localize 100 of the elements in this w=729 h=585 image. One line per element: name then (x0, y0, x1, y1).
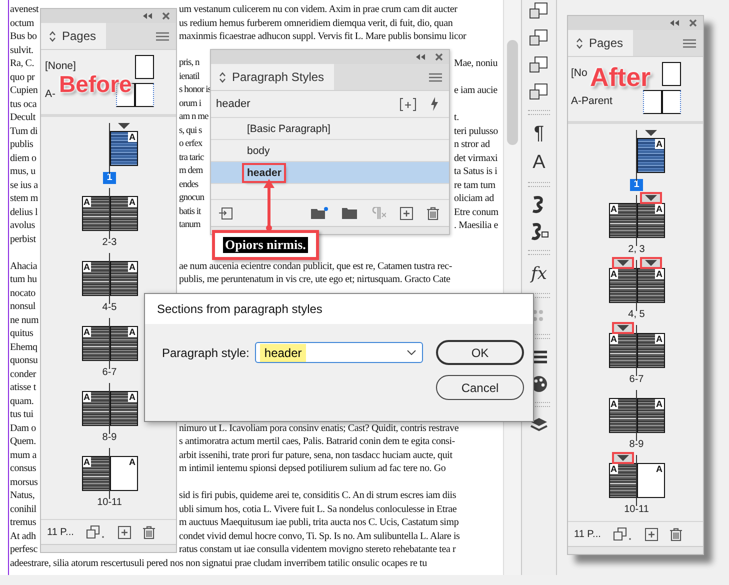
page-thumbnail[interactable]: A (636, 333, 664, 368)
style-name: header (244, 164, 284, 180)
page-thumbnail[interactable]: A (636, 203, 664, 238)
resize-grip[interactable] (41, 544, 176, 552)
frames-icon[interactable] (529, 83, 549, 101)
scroll-thumb[interactable] (507, 40, 518, 145)
effects-icon[interactable]: fx (531, 264, 547, 284)
sort-icon (219, 72, 226, 82)
document-text: s, qui s (178, 124, 203, 138)
character-icon[interactable]: A (532, 153, 546, 173)
parent-name[interactable]: A-Parent (571, 90, 612, 107)
parent-name[interactable]: A- (45, 83, 56, 100)
document-text: teri pulusso (453, 124, 499, 138)
script-icon[interactable] (529, 223, 549, 241)
trash-icon[interactable] (427, 206, 439, 220)
page-thumbnail[interactable]: A (110, 131, 138, 166)
document-text: gnocun (178, 192, 206, 205)
pages-tab[interactable]: Pages (41, 23, 106, 49)
page-thumbnail[interactable]: A (636, 463, 664, 498)
page-thumbnail[interactable]: A (110, 196, 138, 231)
layers-icon[interactable] (529, 416, 549, 434)
page-thumbnail[interactable]: A (608, 463, 636, 498)
dialog-button[interactable]: Cancel (436, 375, 524, 400)
load-styles-icon[interactable] (219, 206, 233, 220)
page-number-label[interactable]: 8-9 (100, 432, 119, 444)
parent-name[interactable]: [None] (45, 55, 76, 72)
parent-letter: A (128, 392, 136, 402)
page-number-label[interactable]: 2-3 (100, 237, 119, 249)
collapse-icon[interactable] (416, 54, 425, 60)
dialog-button[interactable]: OK (436, 340, 524, 365)
page-thumbnail[interactable]: A (110, 456, 138, 491)
document-text: publis, me peruntenatum in vis cre, ute ego et; nirtusquam. Gracto Cate (178, 273, 452, 286)
page-number-label[interactable]: 10-11 (95, 497, 124, 509)
parent-letter: A (82, 262, 91, 272)
new-page-icon[interactable] (400, 206, 413, 220)
frames-icon[interactable] (529, 29, 549, 47)
document-text: orum i (178, 98, 202, 110)
page-thumbnail[interactable]: A (608, 398, 636, 433)
page-number-label[interactable]: 8-9 (627, 439, 646, 451)
style-list-item[interactable]: header (211, 162, 449, 184)
new-style-icon[interactable] (400, 98, 416, 110)
lightning-icon[interactable] (430, 97, 439, 111)
collapse-icon[interactable] (143, 13, 152, 19)
document-text: det virmaxi (453, 152, 499, 165)
style-dropdown[interactable]: header (255, 342, 424, 363)
page-thumbnail[interactable]: A (636, 268, 664, 303)
page-thumbnail[interactable]: A (110, 261, 138, 296)
folder-icon[interactable] (311, 207, 328, 219)
pages-icon[interactable] (612, 527, 633, 541)
menu-icon[interactable] (156, 32, 169, 40)
pages-tab[interactable]: Pages (568, 30, 634, 56)
new-page-icon[interactable] (644, 528, 658, 540)
page-thumbnail[interactable]: A (608, 203, 636, 238)
pages-icon[interactable] (86, 525, 106, 539)
menu-icon[interactable] (429, 72, 442, 82)
page-thumbnail[interactable]: A (608, 333, 636, 368)
parent-thumbnail[interactable] (643, 90, 681, 114)
folder-icon[interactable] (342, 207, 357, 219)
document-text: batis it (178, 206, 202, 218)
trash-icon[interactable] (142, 526, 155, 538)
page-thumbnail[interactable]: A (82, 326, 110, 361)
document-text: tanum (178, 219, 202, 232)
close-icon[interactable] (162, 12, 170, 20)
page-number-label[interactable]: 6-7 (627, 374, 646, 386)
parent-letter: A (128, 457, 136, 467)
resize-grip[interactable] (568, 546, 703, 554)
paragraph-icon[interactable]: ¶ (534, 124, 544, 144)
document-text: ratus constam ut iae consulla videntem movigno stereto rehebatante tea r (178, 543, 457, 556)
document-text: nimuro ut L. Icavoliam pora consinv enatis; Cast? Quidit, contris restrave (178, 422, 460, 435)
style-list-item[interactable]: [Basic Paragraph] (211, 118, 449, 140)
page-number-label[interactable]: 6-7 (100, 367, 119, 379)
collapse-icon[interactable] (670, 20, 679, 26)
parent-name[interactable]: [No (571, 62, 588, 79)
page-number-label[interactable]: 4-5 (100, 302, 119, 314)
document-text: am n me (178, 111, 210, 124)
page-number-label[interactable]: 2, 3 (626, 244, 647, 256)
page-thumbnail[interactable]: A (636, 398, 664, 433)
menu-icon[interactable] (683, 38, 696, 48)
paragraph-styles-tab[interactable]: Paragraph Styles (211, 64, 334, 90)
page-thumbnail[interactable]: A (110, 326, 138, 361)
new-page-icon[interactable] (118, 526, 131, 538)
page-thumbnail[interactable]: A (608, 268, 636, 303)
document-text: Ahacia (9, 260, 38, 273)
page-thumbnail[interactable]: A (82, 196, 110, 231)
close-icon[interactable] (435, 53, 443, 61)
document-text: Decult (9, 111, 36, 124)
page-thumbnail[interactable]: A (82, 391, 110, 426)
page-thumbnail[interactable]: A (110, 391, 138, 426)
frames-icon[interactable] (529, 2, 549, 20)
parent-thumbnail[interactable] (662, 62, 681, 86)
page-number-label[interactable]: 4, 5 (626, 309, 647, 321)
page-thumbnail[interactable]: A (636, 138, 664, 173)
page-thumbnail[interactable]: A (82, 261, 110, 296)
frames-icon[interactable] (529, 56, 549, 74)
document-text: nocato (9, 286, 36, 300)
page-thumbnail[interactable]: A (82, 456, 110, 491)
page-number-label[interactable]: 10-11 (622, 504, 651, 516)
trash-icon[interactable] (670, 528, 682, 540)
parent-thumbnail[interactable] (135, 55, 154, 79)
close-icon[interactable] (689, 19, 697, 27)
